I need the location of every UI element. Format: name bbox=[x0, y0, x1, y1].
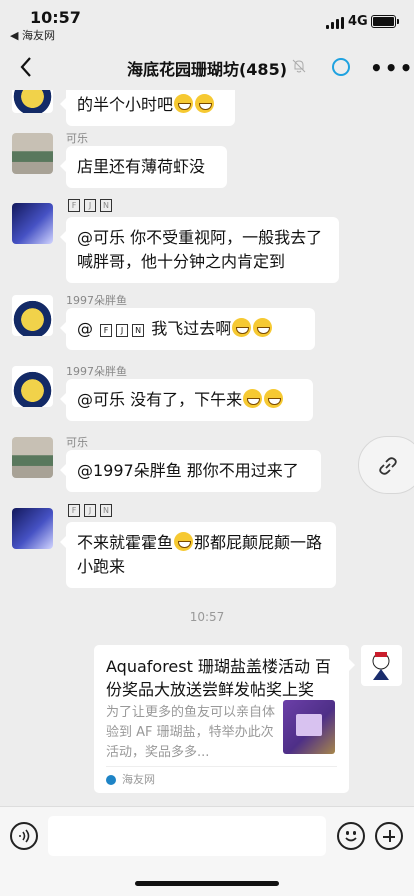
sender-name: FJN bbox=[66, 199, 114, 212]
fish-avatar[interactable] bbox=[12, 295, 53, 336]
chat-header: 海底花园珊瑚坊(485) ••• bbox=[0, 44, 414, 90]
message-bubble[interactable]: @可乐 没有了，下午来 bbox=[60, 379, 313, 421]
message-input[interactable] bbox=[48, 816, 326, 856]
link-icon bbox=[377, 455, 399, 477]
sender-name: 1997朵胖鱼 bbox=[66, 294, 127, 307]
message-bubble[interactable]: @ FJN 我飞过去啊 bbox=[60, 308, 315, 350]
article-description: 为了让更多的鱼友可以亲自体验到 AF 珊瑚盐，特举办此次活动，奖品多多... bbox=[106, 705, 276, 760]
person-avatar[interactable] bbox=[12, 437, 53, 478]
mute-icon bbox=[292, 59, 306, 73]
message-feed: 的半个小时吧 可乐 店里还有薄荷虾没 FJN @可乐 你不受重视阿，一般我去了喊… bbox=[0, 90, 414, 806]
sender-name: 可乐 bbox=[66, 436, 88, 449]
grin-emoji bbox=[253, 318, 273, 337]
aquarium-avatar[interactable] bbox=[12, 203, 53, 244]
facepalm-emoji bbox=[243, 389, 263, 408]
article-source: 海友网 bbox=[122, 773, 155, 786]
home-indicator[interactable] bbox=[135, 881, 279, 886]
sender-name: 可乐 bbox=[66, 132, 88, 145]
message-bubble[interactable]: 店里还有薄荷虾没 bbox=[60, 146, 227, 188]
facepalm-emoji bbox=[174, 532, 194, 551]
fish-avatar[interactable] bbox=[12, 90, 53, 113]
fish-avatar[interactable] bbox=[12, 366, 53, 407]
status-time: 10:57 bbox=[30, 8, 81, 27]
message-bubble[interactable]: 的半个小时吧 bbox=[60, 90, 235, 126]
message-bubble[interactable]: @1997朵胖鱼 那你不用过来了 bbox=[60, 450, 321, 492]
message-bubble[interactable]: @可乐 你不受重视阿，一般我去了喊胖哥，他十分钟之内肯定到 bbox=[60, 217, 339, 283]
status-bar: 10:57 ◀ 海友网 4G bbox=[0, 0, 414, 44]
message-timestamp: 10:57 bbox=[189, 610, 225, 624]
back-to-app-link[interactable]: ◀ 海友网 bbox=[10, 27, 55, 43]
battery-icon bbox=[371, 15, 399, 28]
sender-name: FJN bbox=[66, 504, 114, 517]
person-avatar[interactable] bbox=[12, 133, 53, 174]
message-bubble[interactable]: 不来就霍霍鱼 那都屁颠屁颠一路小跑来 bbox=[60, 522, 336, 588]
source-icon bbox=[106, 775, 116, 785]
emoji-icon[interactable] bbox=[337, 822, 365, 850]
network-type: 4G bbox=[348, 14, 368, 29]
mini-program-icon[interactable] bbox=[332, 58, 350, 76]
sender-name: 1997朵胖鱼 bbox=[66, 365, 127, 378]
facepalm-emoji bbox=[174, 94, 194, 113]
aquarium-avatar[interactable] bbox=[12, 508, 53, 549]
voice-icon[interactable] bbox=[10, 822, 38, 850]
divider bbox=[106, 766, 337, 767]
shared-article-card[interactable]: Aquaforest 珊瑚盐盖楼活动 百份奖品大放送尝鲜发帖奖上奖 为了让更多的… bbox=[94, 645, 355, 793]
article-title: Aquaforest 珊瑚盐盖楼活动 百份奖品大放送尝鲜发帖奖上奖 bbox=[106, 657, 332, 699]
grin-emoji bbox=[264, 389, 284, 408]
facepalm-emoji bbox=[232, 318, 252, 337]
signal-icon bbox=[326, 17, 344, 29]
article-thumbnail bbox=[283, 700, 335, 754]
more-icon[interactable]: ••• bbox=[370, 56, 414, 80]
plus-icon[interactable] bbox=[375, 822, 403, 850]
my-avatar[interactable] bbox=[361, 645, 402, 686]
chat-title: 海底花园珊瑚坊(485) bbox=[126, 60, 288, 79]
grin-emoji bbox=[195, 94, 215, 113]
floating-link-button[interactable] bbox=[358, 436, 414, 494]
